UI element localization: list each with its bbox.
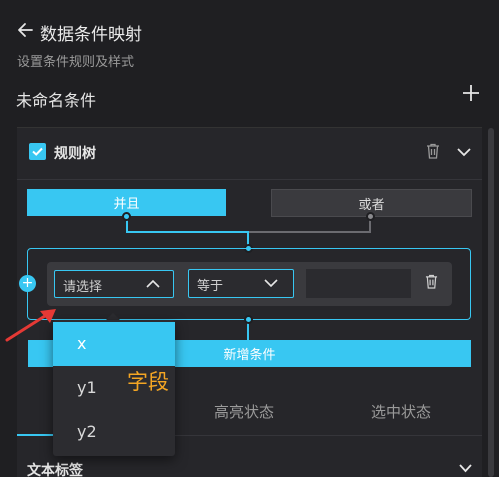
rule-tree-label: 规则树 <box>54 146 96 162</box>
dropdown-option-y2[interactable]: y2 <box>53 410 175 454</box>
trash-icon[interactable] <box>425 274 438 289</box>
chevron-up-icon[interactable] <box>146 279 160 288</box>
tab-highlight[interactable]: 高亮状态 <box>214 401 274 422</box>
page-title: 数据条件映射 <box>40 25 142 45</box>
connector <box>126 231 248 233</box>
annotation-arrow-icon <box>5 309 56 342</box>
connector <box>248 231 370 233</box>
scrollbar[interactable] <box>488 128 494 477</box>
operator-select[interactable]: 等于 <box>188 269 294 298</box>
annotation-label: 字段 <box>127 370 169 394</box>
trash-icon[interactable] <box>426 143 440 159</box>
rule-tree-checkbox[interactable] <box>29 143 46 160</box>
chevron-down-icon[interactable] <box>264 279 278 288</box>
add-condition-plus-icon[interactable] <box>462 84 480 102</box>
tab-selected[interactable]: 选中状态 <box>371 401 431 422</box>
connector-dot <box>122 212 131 221</box>
divider <box>17 179 482 180</box>
add-rule-icon[interactable]: + <box>19 275 36 292</box>
chevron-down-icon[interactable] <box>458 463 473 473</box>
condition-name[interactable]: 未命名条件 <box>16 87 96 111</box>
connector-dot <box>366 212 375 221</box>
check-icon <box>32 147 43 156</box>
connector-dot <box>244 315 253 324</box>
dropdown-option-x[interactable]: x <box>53 322 175 366</box>
text-label-section[interactable]: 文本标签 <box>27 460 83 477</box>
value-input[interactable] <box>306 269 411 298</box>
page-subtitle: 设置条件规则及样式 <box>17 55 135 70</box>
divider <box>175 435 482 436</box>
chevron-down-icon[interactable] <box>456 146 472 158</box>
back-arrow-icon[interactable] <box>16 20 34 40</box>
